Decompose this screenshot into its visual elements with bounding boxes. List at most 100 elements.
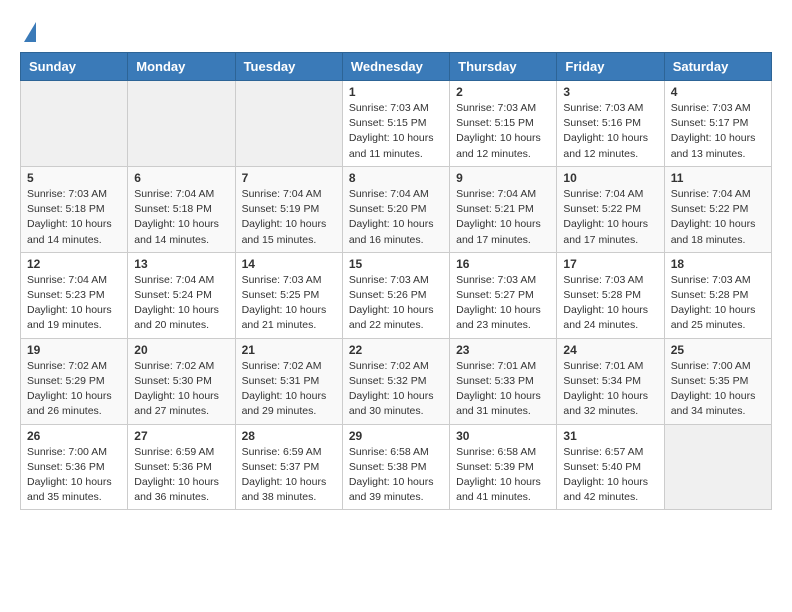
calendar-cell: 11 Sunrise: 7:04 AM Sunset: 5:22 PM Dayl… (664, 166, 771, 252)
sunrise-text: Sunrise: 7:03 AM (563, 102, 643, 114)
sunrise-text: Sunrise: 7:03 AM (563, 274, 643, 286)
calendar-cell: 5 Sunrise: 7:03 AM Sunset: 5:18 PM Dayli… (21, 166, 128, 252)
daylight-text: Daylight: 10 hours and 11 minutes. (349, 132, 434, 159)
calendar-table: SundayMondayTuesdayWednesdayThursdayFrid… (20, 52, 772, 510)
day-info: Sunrise: 7:03 AM Sunset: 5:17 PM Dayligh… (671, 101, 765, 162)
logo-triangle-icon (24, 22, 36, 42)
day-info: Sunrise: 7:04 AM Sunset: 5:23 PM Dayligh… (27, 273, 121, 334)
day-number: 3 (563, 85, 657, 99)
calendar-cell: 4 Sunrise: 7:03 AM Sunset: 5:17 PM Dayli… (664, 81, 771, 167)
day-info: Sunrise: 7:04 AM Sunset: 5:20 PM Dayligh… (349, 187, 443, 248)
sunrise-text: Sunrise: 7:03 AM (349, 274, 429, 286)
daylight-text: Daylight: 10 hours and 19 minutes. (27, 304, 112, 331)
day-info: Sunrise: 7:02 AM Sunset: 5:31 PM Dayligh… (242, 359, 336, 420)
sunrise-text: Sunrise: 7:00 AM (671, 360, 751, 372)
sunset-text: Sunset: 5:15 PM (456, 117, 534, 129)
sunset-text: Sunset: 5:30 PM (134, 375, 212, 387)
calendar-cell: 1 Sunrise: 7:03 AM Sunset: 5:15 PM Dayli… (342, 81, 449, 167)
sunset-text: Sunset: 5:31 PM (242, 375, 320, 387)
week-row-1: 1 Sunrise: 7:03 AM Sunset: 5:15 PM Dayli… (21, 81, 772, 167)
daylight-text: Daylight: 10 hours and 30 minutes. (349, 390, 434, 417)
day-number: 16 (456, 257, 550, 271)
daylight-text: Daylight: 10 hours and 12 minutes. (456, 132, 541, 159)
day-info: Sunrise: 7:04 AM Sunset: 5:18 PM Dayligh… (134, 187, 228, 248)
sunrise-text: Sunrise: 7:03 AM (456, 102, 536, 114)
sunrise-text: Sunrise: 6:58 AM (456, 446, 536, 458)
sunrise-text: Sunrise: 7:01 AM (563, 360, 643, 372)
sunrise-text: Sunrise: 7:03 AM (671, 274, 751, 286)
calendar-cell: 18 Sunrise: 7:03 AM Sunset: 5:28 PM Dayl… (664, 252, 771, 338)
daylight-text: Daylight: 10 hours and 29 minutes. (242, 390, 327, 417)
sunrise-text: Sunrise: 7:03 AM (671, 102, 751, 114)
sunset-text: Sunset: 5:34 PM (563, 375, 641, 387)
calendar-cell (128, 81, 235, 167)
day-info: Sunrise: 7:03 AM Sunset: 5:25 PM Dayligh… (242, 273, 336, 334)
calendar-cell: 14 Sunrise: 7:03 AM Sunset: 5:25 PM Dayl… (235, 252, 342, 338)
calendar-cell: 30 Sunrise: 6:58 AM Sunset: 5:39 PM Dayl… (450, 424, 557, 510)
sunset-text: Sunset: 5:40 PM (563, 461, 641, 473)
daylight-text: Daylight: 10 hours and 39 minutes. (349, 476, 434, 503)
daylight-text: Daylight: 10 hours and 25 minutes. (671, 304, 756, 331)
calendar-cell: 23 Sunrise: 7:01 AM Sunset: 5:33 PM Dayl… (450, 338, 557, 424)
sunset-text: Sunset: 5:36 PM (27, 461, 105, 473)
sunrise-text: Sunrise: 7:04 AM (242, 188, 322, 200)
calendar-cell: 27 Sunrise: 6:59 AM Sunset: 5:36 PM Dayl… (128, 424, 235, 510)
sunset-text: Sunset: 5:26 PM (349, 289, 427, 301)
daylight-text: Daylight: 10 hours and 31 minutes. (456, 390, 541, 417)
weekday-header-sunday: Sunday (21, 53, 128, 81)
sunrise-text: Sunrise: 7:02 AM (242, 360, 322, 372)
daylight-text: Daylight: 10 hours and 17 minutes. (563, 218, 648, 245)
calendar-cell: 13 Sunrise: 7:04 AM Sunset: 5:24 PM Dayl… (128, 252, 235, 338)
daylight-text: Daylight: 10 hours and 41 minutes. (456, 476, 541, 503)
sunset-text: Sunset: 5:18 PM (134, 203, 212, 215)
day-number: 30 (456, 429, 550, 443)
week-row-2: 5 Sunrise: 7:03 AM Sunset: 5:18 PM Dayli… (21, 166, 772, 252)
daylight-text: Daylight: 10 hours and 35 minutes. (27, 476, 112, 503)
sunset-text: Sunset: 5:29 PM (27, 375, 105, 387)
sunset-text: Sunset: 5:23 PM (27, 289, 105, 301)
day-info: Sunrise: 7:00 AM Sunset: 5:35 PM Dayligh… (671, 359, 765, 420)
calendar-cell: 28 Sunrise: 6:59 AM Sunset: 5:37 PM Dayl… (235, 424, 342, 510)
week-row-5: 26 Sunrise: 7:00 AM Sunset: 5:36 PM Dayl… (21, 424, 772, 510)
daylight-text: Daylight: 10 hours and 21 minutes. (242, 304, 327, 331)
day-number: 5 (27, 171, 121, 185)
daylight-text: Daylight: 10 hours and 26 minutes. (27, 390, 112, 417)
sunrise-text: Sunrise: 7:04 AM (671, 188, 751, 200)
sunrise-text: Sunrise: 7:04 AM (27, 274, 107, 286)
day-number: 6 (134, 171, 228, 185)
sunset-text: Sunset: 5:16 PM (563, 117, 641, 129)
day-info: Sunrise: 7:01 AM Sunset: 5:34 PM Dayligh… (563, 359, 657, 420)
day-number: 24 (563, 343, 657, 357)
sunset-text: Sunset: 5:18 PM (27, 203, 105, 215)
sunrise-text: Sunrise: 6:59 AM (242, 446, 322, 458)
sunrise-text: Sunrise: 7:04 AM (134, 274, 214, 286)
day-number: 11 (671, 171, 765, 185)
calendar-cell: 19 Sunrise: 7:02 AM Sunset: 5:29 PM Dayl… (21, 338, 128, 424)
day-number: 4 (671, 85, 765, 99)
calendar-cell: 29 Sunrise: 6:58 AM Sunset: 5:38 PM Dayl… (342, 424, 449, 510)
daylight-text: Daylight: 10 hours and 13 minutes. (671, 132, 756, 159)
weekday-header-wednesday: Wednesday (342, 53, 449, 81)
day-info: Sunrise: 7:02 AM Sunset: 5:30 PM Dayligh… (134, 359, 228, 420)
sunrise-text: Sunrise: 7:00 AM (27, 446, 107, 458)
day-info: Sunrise: 7:03 AM Sunset: 5:15 PM Dayligh… (349, 101, 443, 162)
calendar-cell (664, 424, 771, 510)
sunrise-text: Sunrise: 7:02 AM (134, 360, 214, 372)
day-info: Sunrise: 7:04 AM Sunset: 5:19 PM Dayligh… (242, 187, 336, 248)
day-info: Sunrise: 7:02 AM Sunset: 5:29 PM Dayligh… (27, 359, 121, 420)
day-number: 9 (456, 171, 550, 185)
day-info: Sunrise: 7:03 AM Sunset: 5:15 PM Dayligh… (456, 101, 550, 162)
daylight-text: Daylight: 10 hours and 36 minutes. (134, 476, 219, 503)
calendar-cell: 24 Sunrise: 7:01 AM Sunset: 5:34 PM Dayl… (557, 338, 664, 424)
day-number: 25 (671, 343, 765, 357)
calendar-cell: 8 Sunrise: 7:04 AM Sunset: 5:20 PM Dayli… (342, 166, 449, 252)
daylight-text: Daylight: 10 hours and 15 minutes. (242, 218, 327, 245)
day-info: Sunrise: 6:59 AM Sunset: 5:37 PM Dayligh… (242, 445, 336, 506)
weekday-header-friday: Friday (557, 53, 664, 81)
sunrise-text: Sunrise: 7:02 AM (349, 360, 429, 372)
calendar-cell: 12 Sunrise: 7:04 AM Sunset: 5:23 PM Dayl… (21, 252, 128, 338)
daylight-text: Daylight: 10 hours and 38 minutes. (242, 476, 327, 503)
calendar-cell: 26 Sunrise: 7:00 AM Sunset: 5:36 PM Dayl… (21, 424, 128, 510)
weekday-header-saturday: Saturday (664, 53, 771, 81)
sunrise-text: Sunrise: 7:04 AM (563, 188, 643, 200)
